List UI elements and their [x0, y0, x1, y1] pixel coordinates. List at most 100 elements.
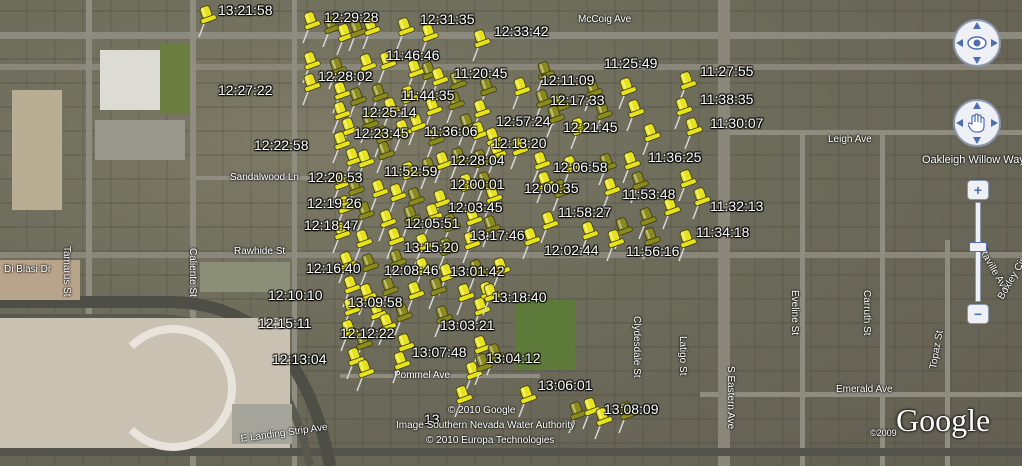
- timestamp-label[interactable]: 13:15:20: [404, 240, 459, 254]
- road-carruth-st: [880, 130, 885, 466]
- timestamp-label[interactable]: 12:27:22: [218, 83, 273, 97]
- timestamp-label[interactable]: 13:04:12: [486, 351, 541, 365]
- look-control[interactable]: [952, 18, 1002, 68]
- timestamp-label[interactable]: 12:23:45: [354, 126, 409, 140]
- timestamp-label[interactable]: 12:17:33: [550, 93, 605, 107]
- timestamp-label[interactable]: 13:18:40: [492, 290, 547, 304]
- timestamp-label[interactable]: 12:28:04: [450, 153, 505, 167]
- pushpin-icon[interactable]: [394, 16, 416, 50]
- timestamp-label[interactable]: 12:31:35: [420, 12, 475, 26]
- timestamp-label[interactable]: 12:08:46: [384, 263, 439, 277]
- copyright-google: © 2010 Google: [448, 405, 516, 416]
- timestamp-label[interactable]: 13:09:58: [348, 295, 403, 309]
- timestamp-label[interactable]: 11:25:49: [604, 56, 657, 70]
- timestamp-label[interactable]: 12:20:53: [308, 170, 363, 184]
- move-control[interactable]: [952, 98, 1002, 148]
- timestamp-label[interactable]: 12:06:58: [553, 160, 608, 174]
- timestamp-label[interactable]: 11:44:35: [401, 88, 454, 102]
- timestamp-label[interactable]: 12:00:01: [450, 177, 505, 191]
- green-field: [160, 44, 190, 114]
- timestamp-label[interactable]: 12:13:04: [272, 352, 327, 366]
- timestamp-label[interactable]: 11:52:59: [384, 164, 437, 178]
- timestamp-label[interactable]: 11:36:06: [424, 124, 477, 138]
- timestamp-label[interactable]: 12:28:02: [318, 69, 373, 83]
- timestamp-label[interactable]: 12:10:10: [268, 288, 323, 302]
- timestamp-label[interactable]: 12:29:28: [324, 10, 379, 24]
- timestamp-label[interactable]: 11:30:07: [710, 116, 763, 130]
- timestamp-label[interactable]: 13:06:01: [538, 378, 593, 392]
- street-label: Leigh Ave: [828, 134, 872, 145]
- timestamp-label[interactable]: 13:01:42: [450, 264, 505, 278]
- zoom-thumb[interactable]: [969, 242, 987, 252]
- eye-icon[interactable]: [967, 35, 987, 51]
- pushpin-icon[interactable]: [390, 350, 412, 384]
- timestamp-label[interactable]: 11:20:45: [454, 66, 507, 80]
- timestamp-label[interactable]: 11:38:35: [700, 92, 753, 106]
- street-label: S Eastern Ave: [725, 366, 736, 430]
- street-label: McCoig Ave: [578, 14, 632, 25]
- timestamp-label[interactable]: 12:33:42: [494, 24, 549, 38]
- timestamp-label[interactable]: 12:57:24: [496, 114, 551, 128]
- street-label: Emerald Ave: [836, 384, 893, 395]
- hand-icon[interactable]: [967, 113, 986, 133]
- timestamp-label[interactable]: 13:08:09: [604, 402, 659, 416]
- timestamp-label[interactable]: 13:21:58: [218, 3, 273, 17]
- timestamp-label[interactable]: 12:05:51: [405, 216, 460, 230]
- pushpin-icon[interactable]: [196, 4, 218, 38]
- copyright-year: ©2009: [870, 428, 897, 438]
- pushpin-icon[interactable]: [510, 76, 532, 110]
- timestamp-label[interactable]: 12:21:45: [563, 120, 618, 134]
- zoom-slider[interactable]: + −: [967, 180, 989, 324]
- timestamp-label[interactable]: 12:22:58: [254, 138, 309, 152]
- street-label: Oakleigh Willow Way: [922, 154, 1022, 166]
- timestamp-label[interactable]: 12:12:22: [340, 326, 395, 340]
- school-building: [100, 50, 160, 110]
- zoom-track[interactable]: [975, 202, 981, 302]
- timestamp-label[interactable]: 12:25:14: [362, 105, 417, 119]
- timestamp-label[interactable]: 12:16:40: [306, 261, 361, 275]
- pushpin-icon[interactable]: [516, 384, 538, 418]
- school-field: [12, 90, 62, 210]
- pushpin-icon[interactable]: [470, 28, 492, 62]
- google-logo: Google: [896, 402, 991, 438]
- street-label: Caliente St: [187, 248, 198, 297]
- timestamp-label[interactable]: 12:19:26: [307, 196, 362, 210]
- timestamp-label[interactable]: 12:00:35: [524, 181, 579, 195]
- zoom-in-button[interactable]: +: [967, 180, 989, 200]
- pushpin-icon[interactable]: [604, 228, 626, 262]
- timestamp-label[interactable]: 13:03:21: [440, 318, 495, 332]
- timestamp-label[interactable]: 11:34:18: [696, 225, 749, 239]
- timestamp-label[interactable]: 12:02:44: [544, 243, 599, 257]
- timestamp-label[interactable]: 11:53:48: [622, 187, 675, 201]
- timestamp-label[interactable]: 12:13:20: [492, 136, 547, 150]
- timestamp-label[interactable]: 12:18:47: [304, 218, 359, 232]
- zoom-out-button[interactable]: −: [967, 304, 989, 324]
- timestamp-label[interactable]: 11:58:27: [558, 205, 611, 219]
- timestamp-label[interactable]: 13:17:46: [470, 228, 525, 242]
- parking-lot: [95, 120, 185, 160]
- timestamp-label[interactable]: 11:46:46: [386, 48, 439, 62]
- street-label: Clydesdale St: [631, 316, 642, 378]
- timestamp-label[interactable]: 11:32:13: [710, 199, 763, 213]
- pushpin-icon[interactable]: [354, 358, 376, 392]
- pushpin-icon[interactable]: [682, 116, 704, 150]
- street-label: Sandalwood Ln: [230, 172, 299, 183]
- timestamp-label[interactable]: 12:11:09: [541, 73, 594, 87]
- timestamp-label[interactable]: 13:07:48: [412, 345, 467, 359]
- timestamp-label[interactable]: 12:03:45: [448, 200, 503, 214]
- road-tamarus-st: [86, 0, 92, 320]
- pushpin-icon[interactable]: [300, 10, 322, 44]
- timestamp-label[interactable]: 12:15:11: [258, 316, 311, 330]
- street-label: Carruth St: [861, 290, 872, 336]
- street-label: Di Blasi Dr: [4, 264, 52, 275]
- timestamp-label[interactable]: 11:36:25: [648, 150, 701, 164]
- copyright-europa: © 2010 Europa Technologies: [426, 435, 555, 446]
- pushpin-icon[interactable]: [690, 186, 712, 220]
- timestamp-label[interactable]: 11:27:55: [700, 64, 753, 78]
- street-label: Topaz St: [928, 329, 946, 370]
- timestamp-label[interactable]: 11:56:16: [626, 244, 679, 258]
- satellite-map[interactable]: McCoig Ave Leigh Ave Oakleigh Willow Way…: [0, 0, 1022, 466]
- road-eveline-st: [800, 130, 805, 466]
- street-label: Latigo St: [677, 336, 688, 376]
- racetrack-oval: [110, 325, 236, 451]
